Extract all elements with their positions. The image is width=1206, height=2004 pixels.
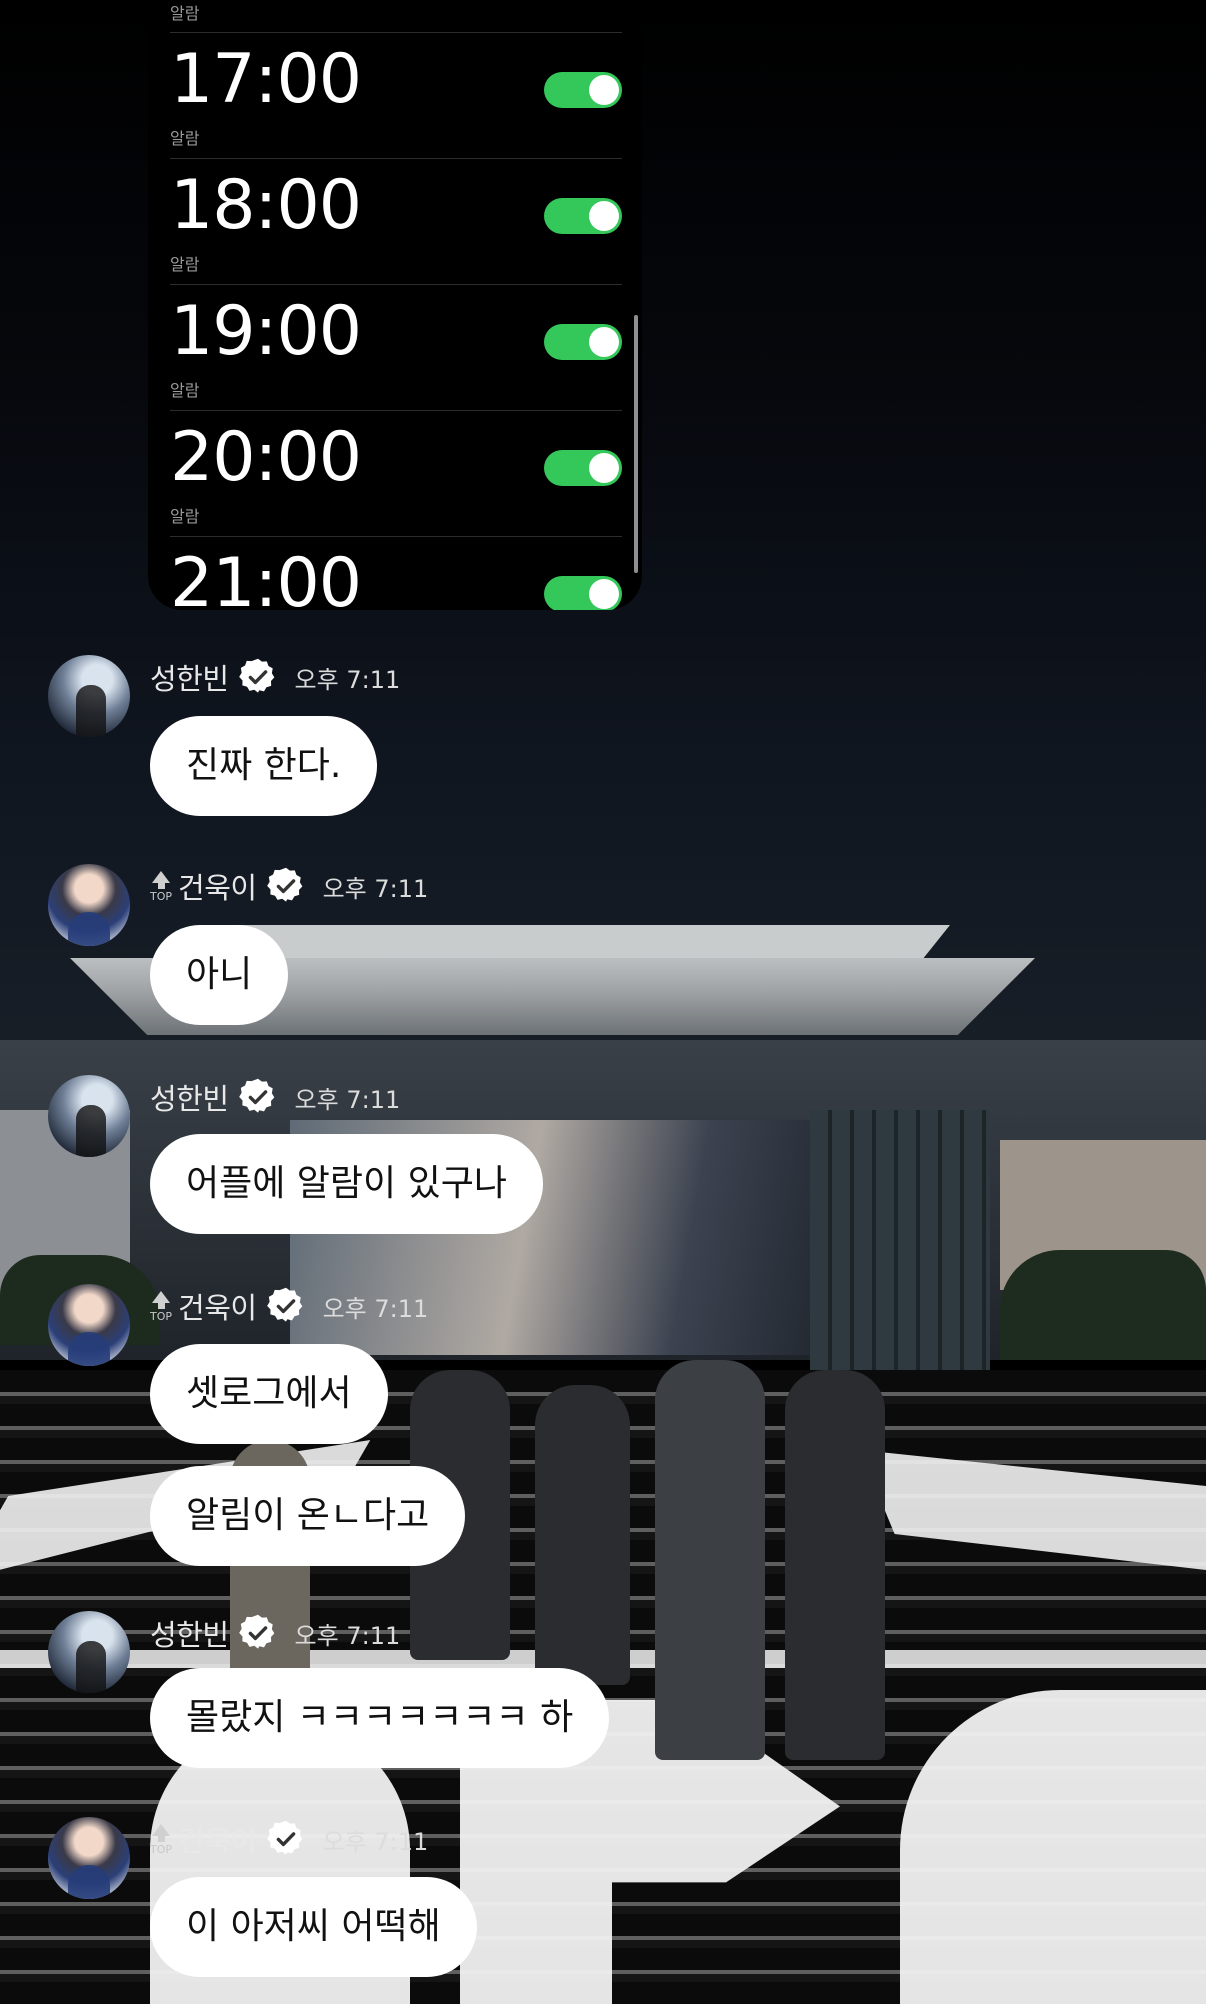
- toggle-knob: [589, 453, 619, 483]
- avatar[interactable]: [48, 1817, 130, 1899]
- message-time: 오후 7:11: [294, 1621, 401, 1650]
- alarm-list-screenshot: 알람 17:00 알람 18:00 알람 19:00 알람 20:00 알람 2…: [148, 0, 642, 610]
- alarm-row: 21:00: [170, 536, 622, 610]
- sender-name: 성한빈: [150, 1082, 229, 1116]
- row-divider: [170, 158, 622, 159]
- verified-badge-icon: [266, 867, 305, 905]
- sender-line: 성한빈 오후 7:11: [150, 1613, 400, 1653]
- sender-name: 건욱이: [178, 871, 257, 905]
- message-bubble[interactable]: 어플에 알람이 있구나: [150, 1134, 543, 1234]
- top-arrow-icon: TOP: [150, 870, 172, 902]
- alarm-label: 알람: [170, 381, 200, 400]
- alarm-time: 20:00: [170, 418, 362, 497]
- alarm-time: 18:00: [170, 166, 362, 245]
- avatar[interactable]: [48, 655, 130, 737]
- scroll-indicator: [634, 315, 638, 573]
- top-arrow-icon: TOP: [150, 1823, 172, 1855]
- alarm-row: 19:00 알람: [170, 284, 622, 410]
- sender-line: 성한빈 오후 7:11: [150, 657, 400, 697]
- alarm-time: 17:00: [170, 40, 362, 119]
- alarm-label: 알람: [170, 4, 200, 23]
- message-time: 오후 7:11: [322, 874, 429, 903]
- top-arrow-icon: TOP: [150, 1290, 172, 1322]
- sender-line: TOP 건욱이 오후 7:11: [150, 866, 428, 906]
- message-bubble[interactable]: 이 아저씨 어떡해: [150, 1877, 477, 1977]
- avatar[interactable]: [48, 864, 130, 946]
- alarm-row: 17:00 알람: [170, 32, 622, 158]
- alarm-label: 알람: [170, 255, 200, 274]
- toggle-knob: [589, 579, 619, 609]
- toggle-knob: [589, 75, 619, 105]
- message-bubble[interactable]: 진짜 한다.: [150, 716, 378, 816]
- verified-badge-icon: [238, 658, 277, 696]
- row-divider: [170, 410, 622, 411]
- message-time: 오후 7:11: [294, 1085, 401, 1114]
- sender-line: 성한빈 오후 7:11: [150, 1077, 400, 1117]
- alarm-toggle[interactable]: [544, 576, 622, 610]
- message-time: 오후 7:11: [322, 1827, 429, 1856]
- alarm-toggle[interactable]: [544, 198, 622, 234]
- toggle-knob: [589, 201, 619, 231]
- avatar[interactable]: [48, 1075, 130, 1157]
- alarm-label: 알람: [170, 129, 200, 148]
- verified-badge-icon: [266, 1820, 305, 1858]
- message-bubble[interactable]: 몰랐지 ㅋㅋㅋㅋㅋㅋㅋ 하: [150, 1668, 610, 1768]
- alarm-row: 20:00 알람: [170, 410, 622, 536]
- message-time: 오후 7:11: [322, 1294, 429, 1323]
- alarm-time: 21:00: [170, 544, 362, 611]
- avatar[interactable]: [48, 1611, 130, 1693]
- sender-line: TOP 건욱이 오후 7:11: [150, 1819, 428, 1859]
- row-divider: [170, 284, 622, 285]
- alarm-toggle[interactable]: [544, 72, 622, 108]
- alarm-toggle[interactable]: [544, 324, 622, 360]
- message-bubble[interactable]: 알림이 온ㄴ다고: [150, 1466, 466, 1566]
- message-bubble[interactable]: 셋로그에서: [150, 1344, 388, 1444]
- message-time: 오후 7:11: [294, 665, 401, 694]
- sender-name: 건욱이: [178, 1291, 257, 1325]
- sender-name: 성한빈: [150, 662, 229, 696]
- avatar[interactable]: [48, 1284, 130, 1366]
- alarm-toggle[interactable]: [544, 450, 622, 486]
- alarm-label: 알람: [170, 507, 200, 526]
- row-divider: [170, 536, 622, 537]
- verified-badge-icon: [266, 1287, 305, 1325]
- row-divider: [170, 32, 622, 33]
- verified-badge-icon: [238, 1078, 277, 1116]
- sender-name: 성한빈: [150, 1618, 229, 1652]
- verified-badge-icon: [238, 1614, 277, 1652]
- alarm-time: 19:00: [170, 292, 362, 371]
- sender-name: 건욱이: [178, 1824, 257, 1858]
- alarm-row: 18:00 알람: [170, 158, 622, 284]
- message-bubble[interactable]: 아니: [150, 925, 289, 1025]
- toggle-knob: [589, 327, 619, 357]
- sender-line: TOP 건욱이 오후 7:11: [150, 1286, 428, 1326]
